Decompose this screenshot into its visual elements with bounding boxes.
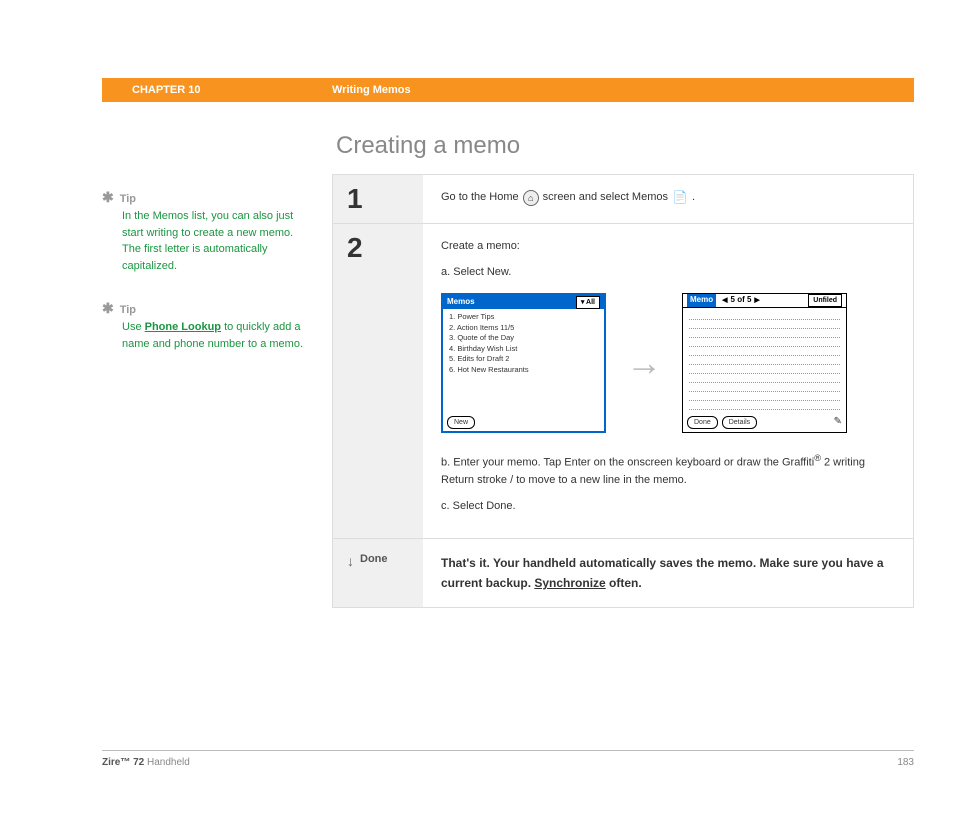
memo-body[interactable] <box>683 308 846 416</box>
tip-1: ✱ Tip In the Memos list, you can also ju… <box>102 187 312 274</box>
chapter-header: CHAPTER 10 Writing Memos <box>102 78 914 102</box>
done-content: That's it. Your handheld automatically s… <box>423 539 913 608</box>
done-row: ↓ Done That's it. Your handheld automati… <box>333 539 913 608</box>
done-text-pre: That's it. Your handheld automatically s… <box>441 556 884 590</box>
tip-text-pre: Use <box>122 321 145 333</box>
step-number-cell: 1 <box>333 175 423 223</box>
substep-c: c. Select Done. <box>441 498 895 516</box>
screen-title: Memos <box>447 296 475 309</box>
step-2: 2 Create a memo: a. Select New. Memos ▾ <box>333 224 913 539</box>
step1-text-mid: screen and select Memos <box>543 189 668 207</box>
substep-a: a. Select New. <box>441 264 895 282</box>
list-item[interactable]: 5. Edits for Draft 2 <box>449 354 598 365</box>
new-button[interactable]: New <box>447 416 475 429</box>
screen-header: Memos ▾ All <box>443 295 604 309</box>
chapter-label: CHAPTER 10 <box>132 84 332 96</box>
tip-body: Use Phone Lookup to quickly add a name a… <box>122 319 312 352</box>
step-content: Go to the Home ⌂ screen and select Memos… <box>423 175 913 223</box>
step-number: 2 <box>347 232 363 264</box>
tip-2: ✱ Tip Use Phone Lookup to quickly add a … <box>102 298 312 352</box>
done-label: Done <box>360 553 388 565</box>
memo-counter: 5 of 5 <box>731 294 752 307</box>
step2-intro: Create a memo: <box>441 238 895 256</box>
tips-sidebar: ✱ Tip In the Memos list, you can also ju… <box>102 132 332 608</box>
memos-list-body: 1. Power Tips 2. Action Items 11/5 3. Qu… <box>443 309 604 417</box>
header-title: Writing Memos <box>332 84 411 96</box>
details-button[interactable]: Details <box>722 416 757 429</box>
tip-body: In the Memos list, you can also just sta… <box>122 208 312 274</box>
step1-text-post: . <box>692 189 695 207</box>
screen-title: Memo <box>687 294 716 307</box>
asterisk-icon: ✱ <box>102 187 114 208</box>
nav-prev-icon[interactable]: ◀ <box>722 295 727 306</box>
memo-edit-screen: Memo ◀ 5 of 5 ▶ Unfiled <box>682 293 847 433</box>
category-dropdown[interactable]: ▾ All <box>576 296 600 309</box>
step-number: 1 <box>347 183 363 215</box>
done-label-cell: ↓ Done <box>333 539 423 608</box>
done-button[interactable]: Done <box>687 416 718 429</box>
list-item[interactable]: 2. Action Items 11/5 <box>449 323 598 334</box>
page-number: 183 <box>897 757 914 768</box>
list-item[interactable]: 4. Birthday Wish List <box>449 344 598 355</box>
step1-text-pre: Go to the Home <box>441 189 519 207</box>
category-box[interactable]: Unfiled <box>808 294 842 307</box>
product-name: Zire™ 72 Handheld <box>102 757 190 768</box>
tip-label: Tip <box>120 302 136 319</box>
arrow-right-icon: → <box>626 334 662 392</box>
step-1: 1 Go to the Home ⌂ screen and select Mem… <box>333 175 913 224</box>
synchronize-link[interactable]: Synchronize <box>534 576 605 590</box>
substep-b: b. Enter your memo. Tap Enter on the ons… <box>441 451 895 490</box>
asterisk-icon: ✱ <box>102 298 114 319</box>
done-text-post: often. <box>606 576 642 590</box>
down-arrow-icon: ↓ <box>347 553 354 569</box>
home-icon: ⌂ <box>523 190 539 206</box>
page-footer: Zire™ 72 Handheld 183 <box>102 750 914 768</box>
tip-label: Tip <box>120 191 136 208</box>
pen-icon[interactable]: ✎ <box>834 414 842 430</box>
step-number-cell: 2 <box>333 224 423 538</box>
memos-icon: 📄 <box>672 190 688 206</box>
screenshots-row: Memos ▾ All 1. Power Tips 2. Action Item… <box>441 293 895 433</box>
step-content: Create a memo: a. Select New. Memos ▾ Al… <box>423 224 913 538</box>
list-item[interactable]: 1. Power Tips <box>449 312 598 323</box>
list-item[interactable]: 3. Quote of the Day <box>449 333 598 344</box>
list-item[interactable]: 6. Hot New Restaurants <box>449 365 598 376</box>
steps-container: 1 Go to the Home ⌂ screen and select Mem… <box>332 174 914 608</box>
nav-next-icon[interactable]: ▶ <box>754 295 759 306</box>
screen-header: Memo ◀ 5 of 5 ▶ Unfiled <box>683 294 846 308</box>
page-title: Creating a memo <box>336 132 914 160</box>
memos-list-screen: Memos ▾ All 1. Power Tips 2. Action Item… <box>441 293 606 433</box>
phone-lookup-link[interactable]: Phone Lookup <box>145 321 221 333</box>
